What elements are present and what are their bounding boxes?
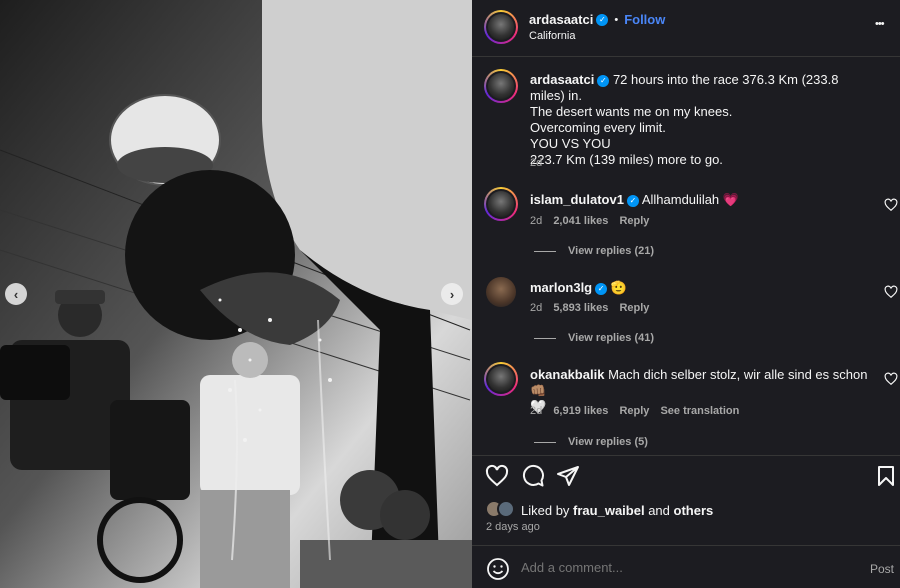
comment-input[interactable] [521, 560, 821, 575]
share-paper-plane-icon[interactable] [556, 464, 580, 488]
see-translation-button[interactable]: See translation [660, 405, 739, 417]
header-divider [472, 56, 900, 57]
like-comment-heart-icon[interactable] [884, 372, 898, 386]
comment-time[interactable]: 2d [530, 215, 542, 227]
more-options-icon[interactable]: ••• [875, 18, 885, 30]
liked-by-others[interactable]: others [674, 503, 714, 518]
caption-line: YOU VS YOU [530, 136, 611, 151]
caption-time[interactable]: 2d [530, 157, 542, 169]
next-image-button[interactable]: › [441, 283, 463, 305]
view-replies-label: View replies (21) [568, 245, 655, 257]
author-avatar[interactable] [484, 10, 518, 44]
comment-time[interactable]: 2d [530, 302, 542, 314]
view-replies-button[interactable]: View replies (41) [534, 332, 654, 344]
liked-by-avatars[interactable] [485, 500, 517, 520]
save-bookmark-icon[interactable] [874, 464, 898, 488]
comment-avatar[interactable] [486, 277, 516, 307]
reply-button[interactable]: Reply [619, 215, 649, 227]
reply-button[interactable]: Reply [619, 405, 649, 417]
comment-username[interactable]: marlon3lg [530, 280, 592, 295]
verified-badge-icon: ✓ [595, 282, 608, 295]
chevron-right-icon: › [449, 286, 455, 302]
like-comment-heart-icon[interactable] [884, 285, 898, 299]
caption-line: Overcoming every limit. [530, 120, 666, 135]
emoji-smiley-icon[interactable] [486, 557, 510, 581]
post-side-panel: ardasaatci ✓ • Follow California ••• ard… [472, 0, 900, 588]
liked-by-text: Liked by frau_waibel and others [521, 503, 713, 518]
view-replies-button[interactable]: View replies (21) [534, 245, 654, 257]
caption-line: 223.7 Km (139 miles) more to go. [530, 152, 723, 167]
liked-by-user[interactable]: frau_waibel [573, 503, 645, 518]
caption-line: The desert wants me on my knees. [530, 104, 733, 119]
comment-body: marlon3lg ✓ 🫡 [530, 280, 870, 296]
verified-badge-icon: ✓ [596, 13, 609, 26]
actions-divider [472, 455, 900, 456]
chevron-left-icon: ‹ [13, 286, 19, 302]
post-header: ardasaatci ✓ • Follow California ••• [472, 0, 900, 56]
post-location[interactable]: California [529, 30, 575, 42]
post-image[interactable]: ‹ › [0, 0, 472, 588]
comment-meta: 2d 2,041 likes Reply [530, 215, 657, 227]
comment-likes[interactable]: 5,893 likes [553, 302, 608, 314]
post-date[interactable]: 2 days ago [486, 521, 540, 533]
comment-meta: 2d 6,919 likes Reply See translation [530, 405, 747, 417]
liked-by-label: Liked by [521, 503, 570, 518]
like-heart-icon[interactable] [485, 464, 509, 488]
view-replies-label: View replies (41) [568, 332, 655, 344]
liked-by-and: and [648, 503, 670, 518]
heart-emoji: 💗 [722, 192, 739, 207]
caption-avatar[interactable] [484, 69, 518, 103]
verified-badge-icon: ✓ [626, 194, 639, 207]
author-username[interactable]: ardasaatci [529, 12, 593, 27]
follow-button[interactable]: Follow [624, 12, 665, 27]
comment-avatar[interactable] [484, 362, 518, 396]
comment-text: Allhamdulilah [641, 192, 720, 207]
view-replies-label: View replies (5) [568, 436, 648, 448]
like-comment-heart-icon[interactable] [884, 198, 898, 212]
comment-username[interactable]: islam_dulatov1 [530, 192, 624, 207]
view-replies-button[interactable]: View replies (5) [534, 436, 648, 448]
comment-body: islam_dulatov1 ✓ Allhamdulilah 💗 [530, 192, 870, 208]
comment-username[interactable]: okanakbalik [530, 367, 604, 382]
comment-avatar[interactable] [484, 187, 518, 221]
comment-text: Mach dich selber stolz, wir alle sind es… [608, 367, 868, 382]
caption-username[interactable]: ardasaatci [530, 72, 594, 87]
reply-button[interactable]: Reply [619, 302, 649, 314]
comment-meta: 2d 5,893 likes Reply [530, 302, 657, 314]
comment-likes[interactable]: 6,919 likes [553, 405, 608, 417]
separator-dot: • [614, 13, 619, 26]
post-comment-button[interactable]: Post [870, 562, 894, 576]
fist-emoji: 👊🏽 [530, 383, 547, 398]
comment-likes[interactable]: 2,041 likes [553, 215, 608, 227]
photo-illustration [0, 0, 472, 588]
comment-time[interactable]: 2d [530, 405, 542, 417]
previous-image-button[interactable]: ‹ [5, 283, 27, 305]
salute-emoji: 🫡 [610, 280, 627, 295]
verified-badge-icon: ✓ [597, 74, 610, 87]
comment-bubble-icon[interactable] [521, 464, 545, 488]
post-caption: ardasaatci ✓ 72 hours into the race 376.3… [530, 72, 870, 168]
comment-divider [472, 545, 900, 546]
